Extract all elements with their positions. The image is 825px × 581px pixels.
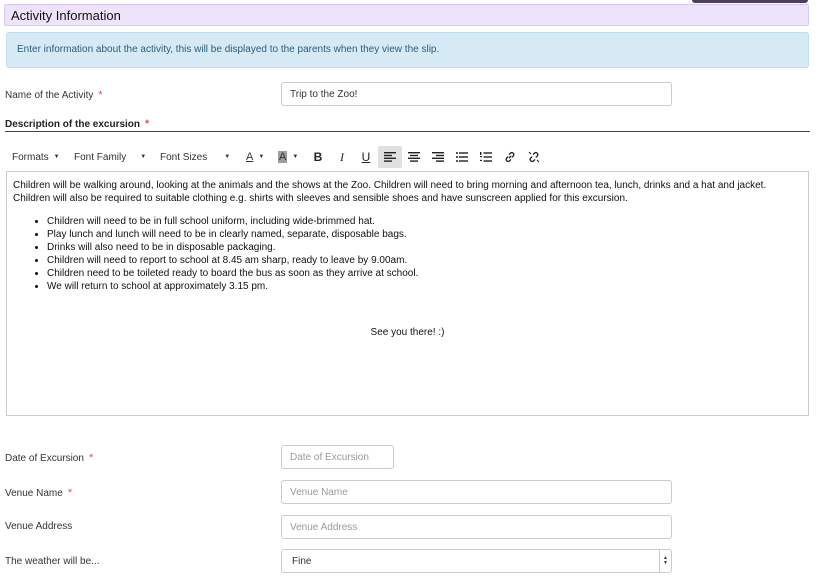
description-label-text: Description of the excursion [5,119,141,130]
editor-bullet-list: Children will need to be in full school … [13,215,802,293]
italic-button[interactable]: I [330,146,354,168]
background-color-icon: A [278,151,288,163]
date-input[interactable] [281,445,394,469]
editor-closing-line: See you there! :) [370,327,445,338]
activity-name-label: Name of the Activity * [5,89,103,101]
caret-down-icon: ▼ [53,154,60,160]
align-left-icon [384,152,396,162]
numbered-list-button[interactable] [474,146,498,168]
list-item: Play lunch and lunch will need to be in … [47,228,802,241]
activity-name-input[interactable] [281,82,672,106]
top-overlay-edge [692,0,808,3]
venue-name-label: Venue Name * [5,487,72,499]
list-item: Children need to be toileted ready to bo… [47,267,802,280]
description-editor[interactable]: Children will be walking around, looking… [6,171,809,416]
formats-dropdown[interactable]: Formats ▼ [6,146,68,168]
required-marker: * [88,452,94,464]
underline-icon: U [361,150,371,164]
align-center-button[interactable] [402,146,426,168]
required-marker: * [98,89,103,101]
section-header: Activity Information [4,4,809,26]
venue-name-input[interactable] [281,480,672,504]
bold-button[interactable]: B [306,146,330,168]
bullet-list-button[interactable] [450,146,474,168]
weather-label: The weather will be... [5,556,100,567]
bullet-list-icon [456,152,468,162]
italic-icon: I [340,149,344,164]
activity-name-label-text: Name of the Activity [5,90,94,101]
underline-button[interactable]: U [354,146,378,168]
venue-address-input[interactable] [281,515,672,539]
caret-down-icon: ▼ [292,154,299,160]
font-family-dropdown[interactable]: Font Family ▼ [68,146,154,168]
list-item: Drinks will also need to be in disposabl… [47,241,802,254]
background-color-button[interactable]: A ▼ [274,146,306,168]
unlink-icon [528,151,540,163]
venue-address-label-text: Venue Address [5,521,73,532]
editor-paragraph: Children will be walking around, looking… [13,180,767,204]
bold-icon: B [313,150,323,164]
select-arrows-icon: ▲ ▼ [659,550,671,572]
text-color-icon: A [246,151,254,163]
required-marker: * [67,487,73,499]
caret-down-icon: ▼ [258,154,265,160]
list-item: Children will need to be in full school … [47,215,802,228]
section-title: Activity Information [11,8,121,23]
align-left-button[interactable] [378,146,402,168]
weather-selected-value: Fine [292,555,312,567]
link-icon [505,151,515,163]
info-text: Enter information about the activity, th… [17,44,440,55]
weather-select[interactable]: Fine ▲ ▼ [281,549,672,573]
caret-down-icon: ▼ [224,154,231,160]
remove-link-button[interactable] [522,146,546,168]
font-family-label: Font Family [74,151,127,163]
venue-address-label: Venue Address [5,521,72,532]
formats-label: Formats [12,151,49,163]
insert-link-button[interactable] [498,146,522,168]
description-label: Description of the excursion * [5,118,149,130]
list-item: We will return to school at approximatel… [47,280,802,293]
align-center-icon [408,152,420,162]
font-sizes-dropdown[interactable]: Font Sizes ▼ [154,146,242,168]
list-item: Children will need to report to school a… [47,254,802,267]
numbered-list-icon [480,152,492,162]
editor-toolbar: Formats ▼ Font Family ▼ Font Sizes ▼ A ▼ A ▼ … [6,145,809,169]
align-right-icon [432,152,444,162]
required-marker: * [145,118,150,130]
caret-down-icon: ▼ [140,154,147,160]
date-label: Date of Excursion * [5,452,93,464]
description-divider [5,131,810,132]
weather-label-text: The weather will be... [5,556,100,567]
date-label-text: Date of Excursion [5,453,84,464]
text-color-button[interactable]: A ▼ [242,146,274,168]
align-right-button[interactable] [426,146,450,168]
font-sizes-label: Font Sizes [160,151,208,163]
venue-name-label-text: Venue Name [5,488,63,499]
info-alert: Enter information about the activity, th… [6,32,809,68]
